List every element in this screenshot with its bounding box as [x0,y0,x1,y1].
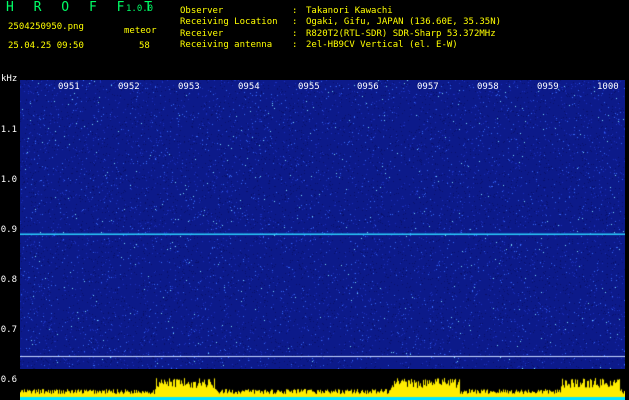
x-tick-label: 1000 [597,82,619,92]
info-label-observer: Observer [180,6,224,16]
info-value-antenna: 2el-HB9CV Vertical (el. E-W) [306,40,458,50]
info-value-observer: Takanori Kawachi [306,6,393,16]
y-tick-label: 0.9 [0,225,17,235]
app-version: 1.0.0 [126,4,154,14]
spectrogram [20,80,625,369]
filename: 2504250950.png [8,22,84,32]
datetime: 25.04.25 09:50 [8,41,84,51]
x-tick-label: 0956 [357,82,379,92]
info-value-location: Ogaki, Gifu, JAPAN (136.60E, 35.35N) [306,17,502,27]
y-tick-label: 0.8 [0,275,17,285]
x-tick-label: 0955 [298,82,320,92]
x-tick-label: 0952 [118,82,140,92]
mode-label: meteor [124,26,157,36]
signal-level-bar [20,376,625,400]
info-sep: : [292,6,298,16]
info-sep: : [292,17,298,27]
x-tick-label: 0951 [58,82,80,92]
y-tick-label: 0.6 [0,375,17,385]
y-axis: 1.1 1.0 0.9 0.8 0.7 0.6 [0,80,20,385]
x-tick-label: 0959 [537,82,559,92]
x-tick-label: 0957 [417,82,439,92]
x-tick-label: 0958 [477,82,499,92]
y-tick-label: 1.1 [0,125,17,135]
x-tick-label: 0954 [238,82,260,92]
info-label-receiver: Receiver [180,29,224,39]
meteor-count: 58 [139,41,150,51]
info-sep: : [292,40,298,50]
info-value-receiver: R820T2(RTL-SDR) SDR-Sharp 53.372MHz [306,29,496,39]
info-label-antenna: Receiving antenna [180,40,273,50]
y-tick-label: 0.7 [0,325,17,335]
x-tick-label: 0953 [178,82,200,92]
info-sep: : [292,29,298,39]
y-tick-label: 1.0 [0,175,17,185]
info-label-location: Receiving Location [180,17,278,27]
